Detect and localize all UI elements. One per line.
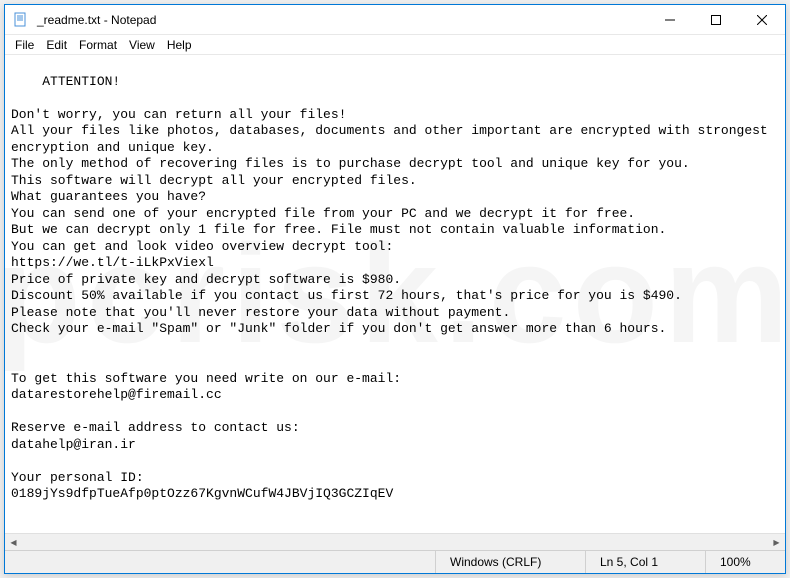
menu-format[interactable]: Format xyxy=(73,36,123,54)
titlebar[interactable]: _readme.txt - Notepad xyxy=(5,5,785,35)
window-controls xyxy=(647,5,785,35)
window-title: _readme.txt - Notepad xyxy=(35,13,647,27)
menu-file[interactable]: File xyxy=(9,36,40,54)
menu-edit[interactable]: Edit xyxy=(40,36,73,54)
horizontal-scrollbar[interactable]: ◀ ▶ xyxy=(5,533,785,550)
document-text: ATTENTION! Don't worry, you can return a… xyxy=(11,74,776,502)
status-encoding: Windows (CRLF) xyxy=(435,551,585,573)
scroll-right-icon[interactable]: ▶ xyxy=(768,534,785,551)
status-position: Ln 5, Col 1 xyxy=(585,551,705,573)
app-icon xyxy=(13,12,29,28)
close-button[interactable] xyxy=(739,5,785,35)
status-zoom: 100% xyxy=(705,551,785,573)
menubar: File Edit Format View Help xyxy=(5,35,785,55)
scroll-track[interactable] xyxy=(22,534,768,551)
statusbar: Windows (CRLF) Ln 5, Col 1 100% xyxy=(5,550,785,573)
text-area[interactable]: ATTENTION! Don't worry, you can return a… xyxy=(5,55,785,533)
maximize-button[interactable] xyxy=(693,5,739,35)
minimize-button[interactable] xyxy=(647,5,693,35)
notepad-window: _readme.txt - Notepad File Edit Format V… xyxy=(4,4,786,574)
menu-help[interactable]: Help xyxy=(161,36,198,54)
scroll-left-icon[interactable]: ◀ xyxy=(5,534,22,551)
menu-view[interactable]: View xyxy=(123,36,161,54)
